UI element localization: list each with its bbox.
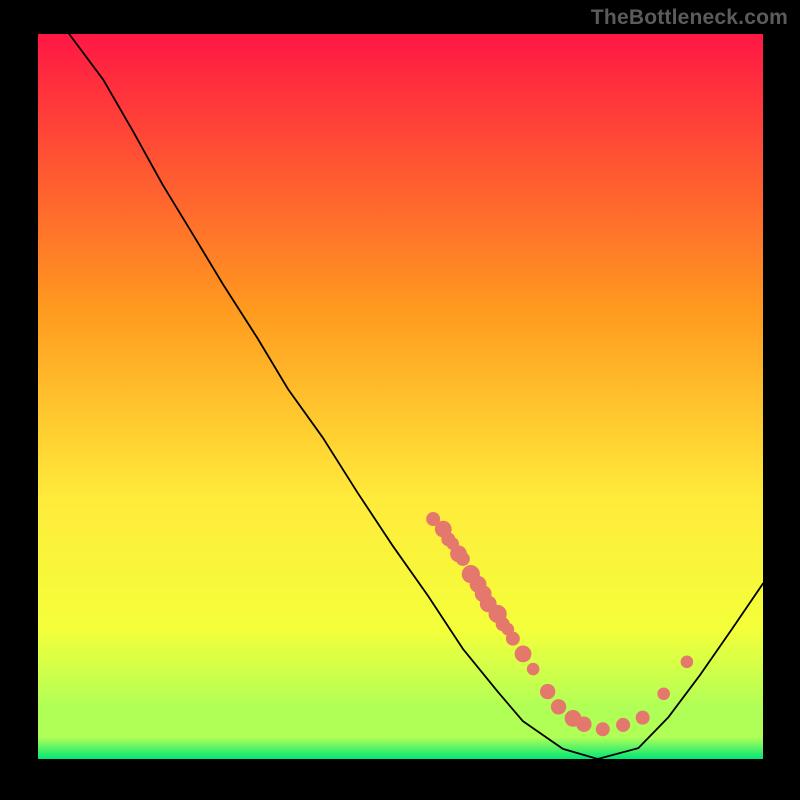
scatter-point (515, 645, 532, 662)
scatter-point (636, 711, 650, 725)
scatter-point (540, 684, 555, 699)
scatter-point (576, 717, 591, 732)
scatter-point (551, 699, 566, 714)
scatter-point (596, 722, 610, 736)
scatter-point (657, 687, 670, 700)
scatter-point (506, 632, 520, 646)
gradient-background (38, 34, 763, 759)
scatter-point (616, 718, 630, 732)
bottleneck-chart (38, 34, 763, 759)
scatter-point (527, 663, 540, 676)
scatter-point (456, 552, 470, 566)
chart-svg (38, 34, 763, 759)
scatter-point (681, 656, 694, 669)
watermark-text: TheBottleneck.com (591, 6, 788, 30)
